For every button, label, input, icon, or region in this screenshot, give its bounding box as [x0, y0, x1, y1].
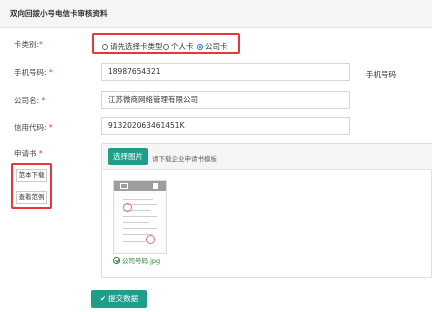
- template-buttons-group: 范本下载 查看范例: [11, 163, 52, 209]
- preview-line: [123, 222, 149, 223]
- radio-label: 公司卡: [205, 42, 228, 51]
- page-title: 双向回拨小号电信卡审核资料: [10, 9, 108, 18]
- company-input[interactable]: 江苏微商网络管理有限公司: [101, 91, 350, 109]
- uploader-toolbar: 选择图片 请下载企业申请书模板: [102, 144, 432, 170]
- form-panel: 双向回拨小号电信卡审核资料 卡类别:* 请先选择卡类型 个人卡 公司卡 手机号码…: [0, 0, 432, 278]
- credit-code-input[interactable]: 913202063461451K: [101, 117, 350, 135]
- red-stamp-icon: [146, 235, 155, 244]
- view-example-button[interactable]: 查看范例: [16, 191, 47, 204]
- company-label: 公司名: *: [14, 96, 46, 105]
- uploaded-image-thumbnail[interactable]: [113, 180, 167, 254]
- thumbnail-toolbar: [114, 181, 166, 191]
- required-mark: *: [48, 68, 53, 77]
- preview-line: [123, 216, 157, 217]
- radio-choose-type[interactable]: 请先选择卡类型: [102, 41, 163, 52]
- red-stamp-icon: [123, 203, 132, 212]
- preview-line: [123, 241, 145, 242]
- phone-label: 手机号码: *: [14, 68, 53, 77]
- phone-side-note: 手机号码: [366, 70, 396, 79]
- panel-header: 双向回拨小号电信卡审核资料: [0, 0, 432, 28]
- document-preview: [119, 194, 161, 252]
- upload-hint: 请下载企业申请书模板: [152, 155, 217, 163]
- uploaded-file-name: 公司号码.jpg: [113, 255, 160, 265]
- template-download-button[interactable]: 范本下载: [16, 169, 47, 182]
- radio-label: 个人卡: [171, 42, 194, 51]
- image-uploader: 选择图片 请下载企业申请书模板 公司号码.jpg: [101, 143, 432, 278]
- required-mark: *: [38, 149, 43, 158]
- card-type-label: 卡类别:*: [14, 40, 43, 49]
- image-icon[interactable]: [120, 183, 128, 189]
- select-image-button[interactable]: 选择图片: [108, 148, 148, 165]
- radio-label: 请先选择卡类型: [110, 42, 163, 51]
- required-mark: *: [41, 96, 46, 105]
- phone-input[interactable]: 18987654321: [101, 63, 350, 81]
- check-icon: ✔: [99, 294, 107, 303]
- radio-selected-icon: [197, 43, 203, 50]
- application-label: 申请书 *: [14, 149, 43, 158]
- card-type-radio-group: 请先选择卡类型 个人卡 公司卡: [92, 33, 240, 54]
- credit-code-label: 信用代码: *: [14, 123, 53, 132]
- radio-circle-icon: [163, 43, 169, 50]
- submit-button[interactable]: ✔ 提交数据: [91, 290, 147, 308]
- check-circle-icon: [113, 256, 120, 264]
- preview-line: [123, 228, 157, 229]
- radio-personal-card[interactable]: 个人卡: [163, 41, 194, 52]
- trash-icon[interactable]: [153, 183, 158, 189]
- preview-line: [123, 199, 153, 200]
- required-mark: *: [48, 123, 53, 132]
- radio-circle-icon: [102, 43, 108, 50]
- required-mark: *: [39, 40, 43, 49]
- radio-company-card[interactable]: 公司卡: [197, 41, 228, 52]
